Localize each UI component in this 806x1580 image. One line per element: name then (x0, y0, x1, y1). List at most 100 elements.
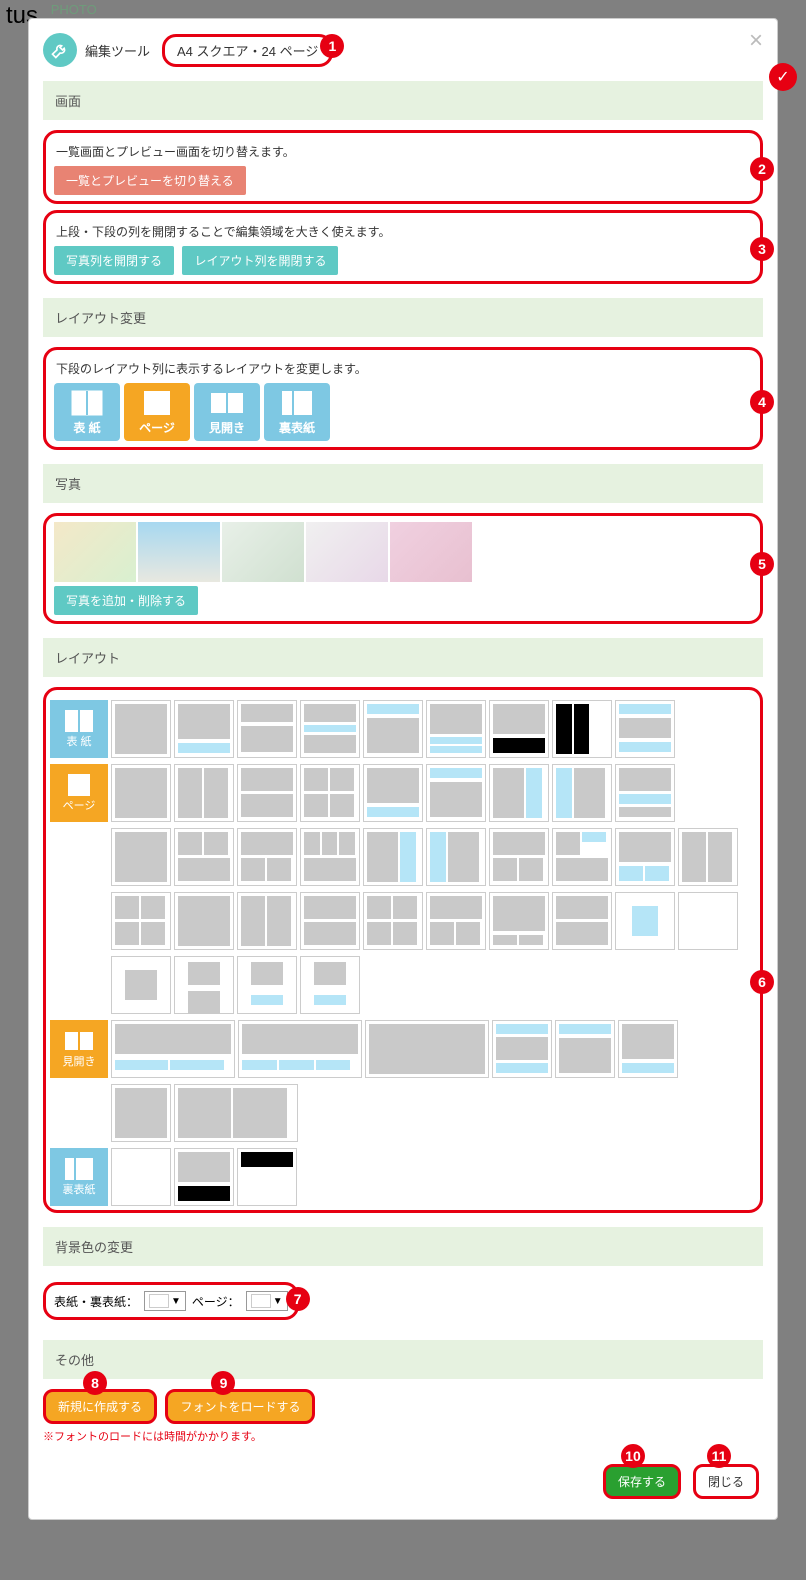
callout-6: 6 (750, 970, 774, 994)
bgcolor-cover-select[interactable]: ▼ (144, 1291, 186, 1311)
tab-page-label: ページ (139, 419, 175, 436)
layout-cell[interactable] (111, 764, 171, 822)
layout-cell[interactable] (300, 700, 360, 758)
thumb[interactable] (222, 522, 304, 582)
layout-cell[interactable] (552, 700, 612, 758)
toggle-preview-button[interactable]: 一覧とプレビューを切り替える (54, 166, 246, 195)
tab-spread-label: 見開き (209, 419, 245, 436)
layout-grid-page-2 (111, 828, 756, 886)
layout-cell[interactable] (174, 1148, 234, 1206)
layout-cell[interactable] (492, 1020, 552, 1078)
toggle-layout-col-button[interactable]: レイアウト列を開閉する (182, 246, 338, 275)
layout-cell[interactable] (300, 892, 360, 950)
layout-cell[interactable] (238, 1020, 362, 1078)
layout-cell[interactable] (174, 764, 234, 822)
layout-cell[interactable] (237, 700, 297, 758)
section-other: その他 (43, 1340, 763, 1379)
save-button[interactable]: 保存する (603, 1464, 681, 1499)
callout-1: 1 (320, 34, 344, 58)
hl-7: 表紙・裏表紙： ▼ ページ： ▼ 7 (43, 1282, 299, 1320)
layout-cell[interactable] (300, 956, 360, 1014)
layout-cell[interactable] (615, 828, 675, 886)
tab-page[interactable]: ページ (124, 383, 190, 441)
photo-thumbs (54, 522, 752, 582)
footer: 10 保存する 11 閉じる (43, 1464, 763, 1499)
layout-cell[interactable] (174, 1084, 298, 1142)
layout-cell[interactable] (615, 700, 675, 758)
bgcolor-page-select[interactable]: ▼ (246, 1291, 288, 1311)
row-back-icon: 裏表紙 (50, 1148, 108, 1206)
screen-desc2: 上段・下段の列を開閉することで編集領域を大きく使えます。 (56, 223, 750, 240)
layout-cell[interactable] (111, 828, 171, 886)
layout-cell[interactable] (174, 956, 234, 1014)
row-cover-label: 表 紙 (66, 733, 91, 749)
layout-cell[interactable] (300, 764, 360, 822)
layout-cell[interactable] (174, 892, 234, 950)
layout-cell[interactable] (552, 764, 612, 822)
row-page-icon: ページ (50, 764, 108, 822)
close-icon[interactable]: × (749, 27, 763, 55)
callout-8: 8 (83, 1371, 107, 1395)
layout-cell[interactable] (111, 1020, 235, 1078)
layout-cell[interactable] (618, 1020, 678, 1078)
layout-cell[interactable] (300, 828, 360, 886)
layout-cell[interactable] (363, 892, 423, 950)
hl-2: 一覧画面とプレビュー画面を切り替えます。 一覧とプレビューを切り替える 2 (43, 130, 763, 204)
layout-cell[interactable] (678, 828, 738, 886)
layout-cell[interactable] (489, 764, 549, 822)
layout-cell[interactable] (237, 828, 297, 886)
layout-cell[interactable] (111, 1084, 171, 1142)
layout-cell[interactable] (615, 892, 675, 950)
layout-cell[interactable] (237, 892, 297, 950)
layout-cell[interactable] (111, 956, 171, 1014)
layout-cell[interactable] (111, 1148, 171, 1206)
spec-text: A4 スクエア・24 ページ (177, 44, 318, 59)
layout-cell[interactable] (552, 892, 612, 950)
layout-cell[interactable] (555, 1020, 615, 1078)
layout-cell[interactable] (615, 764, 675, 822)
wrench-icon (43, 33, 77, 67)
layout-cell[interactable] (237, 956, 297, 1014)
layout-tabs: 表 紙 ページ 見開き 裏表紙 (54, 383, 752, 441)
hl-4: 下段のレイアウト列に表示するレイアウトを変更します。 表 紙 ページ 見開き 裏… (43, 347, 763, 450)
new-create-button[interactable]: 新規に作成する (43, 1389, 157, 1424)
layout-cell[interactable] (426, 700, 486, 758)
layout-cell[interactable] (363, 700, 423, 758)
close-button[interactable]: 閉じる (693, 1464, 759, 1499)
layout-cell[interactable] (174, 828, 234, 886)
layout-cell[interactable] (426, 764, 486, 822)
layout-cell[interactable] (111, 892, 171, 950)
tab-back[interactable]: 裏表紙 (264, 383, 330, 441)
layout-cell[interactable] (489, 828, 549, 886)
layout-cell[interactable] (365, 1020, 489, 1078)
layout-cell[interactable] (426, 828, 486, 886)
layout-cell[interactable] (426, 892, 486, 950)
section-screen: 画面 (43, 81, 763, 120)
layout-grid-spread-2 (111, 1084, 756, 1142)
thumb[interactable] (138, 522, 220, 582)
row-page-label: ページ (63, 797, 96, 813)
callout-4: 4 (750, 390, 774, 414)
layout-cell[interactable] (111, 700, 171, 758)
layout-cell[interactable] (237, 1148, 297, 1206)
layout-cell[interactable] (678, 892, 738, 950)
layout-cell[interactable] (237, 764, 297, 822)
layout-cell[interactable] (552, 828, 612, 886)
layout-cell[interactable] (174, 700, 234, 758)
tab-spread[interactable]: 見開き (194, 383, 260, 441)
row-spread-label: 見開き (63, 1053, 96, 1069)
add-remove-photo-button[interactable]: 写真を追加・削除する (54, 586, 198, 615)
layout-cell[interactable] (363, 764, 423, 822)
layout-cell[interactable] (489, 892, 549, 950)
layout-cell[interactable] (489, 700, 549, 758)
modal-title: 編集ツール (85, 41, 150, 60)
thumb[interactable] (390, 522, 472, 582)
screen-desc1: 一覧画面とプレビュー画面を切り替えます。 (56, 143, 750, 160)
layout-grid-cover: 表 紙 (50, 700, 756, 758)
tab-cover[interactable]: 表 紙 (54, 383, 120, 441)
layout-cell[interactable] (363, 828, 423, 886)
thumb[interactable] (54, 522, 136, 582)
load-font-button[interactable]: フォントをロードする (165, 1389, 315, 1424)
toggle-photo-col-button[interactable]: 写真列を開閉する (54, 246, 174, 275)
thumb[interactable] (306, 522, 388, 582)
